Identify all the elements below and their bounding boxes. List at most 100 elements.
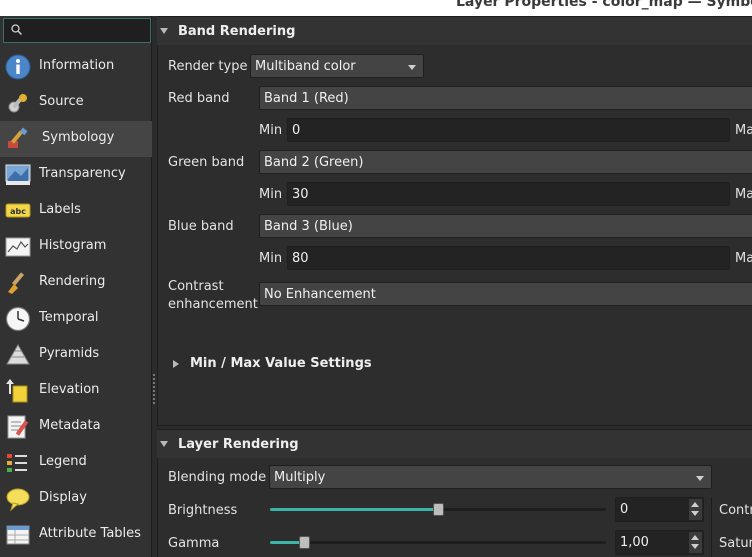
sidebar-item-label: Labels	[39, 202, 81, 217]
brightness-label: Brightness	[168, 503, 238, 518]
contrast-enhancement-label-line2: enhancement	[168, 297, 258, 312]
red-min-value: 0	[292, 123, 301, 138]
green-band-label: Green band	[168, 155, 245, 170]
green-max-label: Ma	[735, 187, 752, 202]
sidebar-item-transparency[interactable]: Transparency	[0, 157, 152, 193]
spin-down-icon[interactable]	[691, 511, 699, 516]
sidebar-item-histogram[interactable]: Histogram	[0, 229, 152, 265]
sidebar-item-symbology[interactable]: Symbology	[0, 121, 152, 157]
red-band-value: Band 1 (Red)	[264, 91, 349, 106]
search-icon	[11, 24, 22, 35]
spin-down-icon[interactable]	[691, 544, 699, 549]
red-max-label: Ma	[735, 123, 752, 138]
blue-band-select[interactable]: Band 3 (Blue)	[259, 214, 752, 238]
sidebar-item-label: Pyramids	[39, 346, 100, 361]
display-bubble-icon	[6, 488, 30, 512]
contrast-enhancement-label-line1: Contrast	[168, 279, 224, 294]
sidebar-item-label: Legend	[39, 454, 87, 469]
gamma-label: Gamma	[168, 536, 220, 551]
contrast-enhancement-select[interactable]: No Enhancement	[259, 282, 752, 306]
green-band-select[interactable]: Band 2 (Green)	[259, 150, 752, 174]
sidebar-item-legend[interactable]: Legend	[0, 445, 152, 481]
layer-rendering-header[interactable]: Layer Rendering	[157, 430, 752, 458]
layer-rendering-title: Layer Rendering	[178, 437, 299, 452]
transparency-icon	[5, 164, 31, 185]
sidebar-item-temporal[interactable]: Temporal	[0, 301, 152, 337]
sidebar: Information Source Symbology Transparenc…	[0, 16, 152, 557]
brightness-slider-fill	[270, 508, 438, 511]
sidebar-item-label: Transparency	[39, 166, 126, 181]
collapse-arrow-icon	[160, 28, 168, 34]
rendering-brush-icon	[8, 272, 25, 294]
sidebar-item-label: Metadata	[39, 418, 101, 433]
labels-abc-icon: abc	[5, 203, 31, 218]
band-rendering-header[interactable]: Band Rendering	[157, 17, 752, 45]
window-titlebar: Layer Properties - color_map — Symbology	[0, 0, 752, 16]
green-min-input[interactable]: 30	[287, 182, 730, 206]
sidebar-item-display[interactable]: Display	[0, 481, 152, 517]
spinbox-buttons[interactable]	[689, 532, 702, 553]
blending-mode-value: Multiply	[274, 470, 326, 485]
blue-min-label: Min	[259, 251, 283, 266]
render-type-label: Render type	[168, 59, 248, 74]
attribute-table-icon	[6, 525, 30, 545]
sidebar-item-metadata[interactable]: Metadata	[0, 409, 152, 445]
elevation-icon	[6, 379, 28, 403]
blending-mode-select[interactable]: Multiply	[269, 465, 712, 489]
expand-arrow-icon	[173, 360, 179, 368]
blue-max-label: Ma	[735, 251, 752, 266]
brightness-value: 0	[620, 502, 629, 517]
collapse-arrow-icon	[160, 441, 168, 447]
green-min-label: Min	[259, 187, 283, 202]
search-input[interactable]	[3, 18, 151, 43]
blue-min-input[interactable]: 80	[287, 246, 730, 270]
sidebar-item-elevation[interactable]: Elevation	[0, 373, 152, 409]
render-type-select[interactable]: Multiband color	[250, 54, 424, 78]
gamma-slider[interactable]	[270, 536, 606, 549]
sidebar-item-label: Attribute Tables	[39, 526, 141, 541]
svg-text:abc: abc	[10, 207, 26, 216]
blue-band-value: Band 3 (Blue)	[264, 219, 353, 234]
blending-mode-label: Blending mode	[168, 470, 267, 485]
information-icon	[5, 54, 31, 80]
chevron-down-icon	[696, 476, 704, 481]
contrast-label: Contr	[719, 503, 752, 518]
band-rendering-title: Band Rendering	[178, 24, 296, 39]
legend-icon	[7, 454, 27, 472]
gamma-value: 1,00	[620, 535, 649, 550]
sidebar-item-label: Rendering	[39, 274, 106, 289]
source-wrench-icon	[8, 93, 27, 113]
minmax-settings-title: Min / Max Value Settings	[190, 356, 372, 371]
saturation-label: Satur	[719, 536, 752, 551]
spinbox-buttons[interactable]	[689, 499, 702, 520]
chevron-down-icon	[408, 65, 416, 70]
brightness-spinbox[interactable]: 0	[615, 497, 704, 522]
column-divider	[711, 497, 712, 557]
sidebar-item-labels[interactable]: abc Labels	[0, 193, 152, 229]
sidebar-item-information[interactable]: Information	[0, 49, 152, 85]
red-band-select[interactable]: Band 1 (Red)	[259, 86, 752, 110]
sidebar-item-rendering[interactable]: Rendering	[0, 265, 152, 301]
sidebar-item-pyramids[interactable]: Pyramids	[0, 337, 152, 373]
clock-icon	[5, 306, 31, 332]
blue-band-label: Blue band	[168, 219, 234, 234]
spin-up-icon[interactable]	[691, 535, 699, 540]
brightness-slider[interactable]	[270, 503, 606, 516]
sidebar-item-source[interactable]: Source	[0, 85, 152, 121]
sidebar-item-label: Source	[39, 94, 84, 109]
gamma-spinbox[interactable]: 1,00	[615, 530, 704, 555]
minmax-settings-header[interactable]: Min / Max Value Settings	[169, 354, 469, 374]
sidebar-item-label: Display	[39, 490, 87, 505]
gamma-slider-handle[interactable]	[299, 536, 310, 549]
sidebar-item-attribute-tables[interactable]: Attribute Tables	[0, 517, 152, 553]
sidebar-item-label: Information	[39, 58, 115, 73]
pyramids-icon	[6, 344, 30, 365]
brightness-slider-handle[interactable]	[433, 503, 444, 516]
spin-up-icon[interactable]	[691, 502, 699, 507]
sidebar-item-label: Symbology	[42, 130, 115, 145]
red-min-label: Min	[259, 123, 283, 138]
histogram-icon	[5, 237, 31, 257]
sidebar-item-label: Temporal	[39, 310, 99, 325]
red-min-input[interactable]: 0	[287, 118, 730, 142]
green-min-value: 30	[292, 187, 309, 202]
